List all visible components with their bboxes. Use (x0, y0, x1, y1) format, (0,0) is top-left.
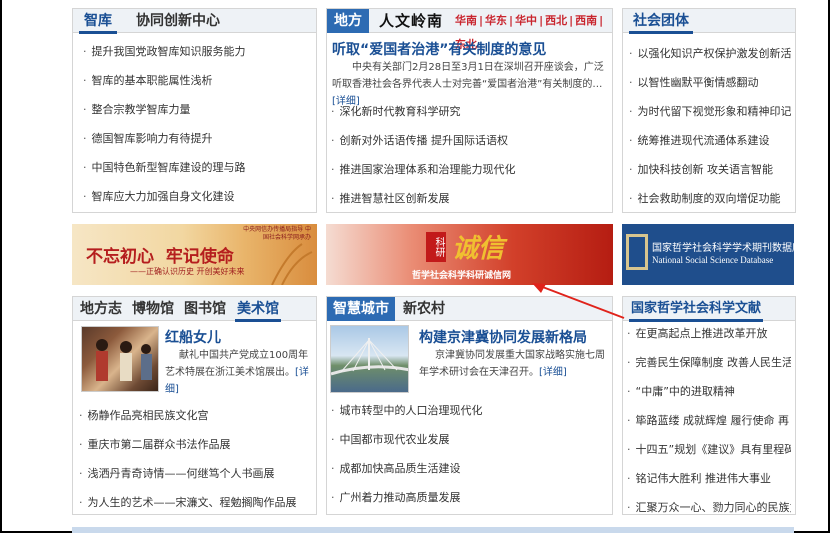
list-item[interactable]: 德国智库影响力有待提升 (83, 124, 312, 153)
banner-nssd[interactable]: 国家哲学社会科学学术期刊数据库 National Social Science … (622, 224, 794, 285)
think-tank-panel: 智库 协同创新中心 提升我国党政智库知识服务能力 智库的基本职能属性浅析 整合宗… (72, 8, 317, 213)
list-item[interactable]: 中国都市现代农业发展 (331, 425, 608, 454)
list-item[interactable]: 深化新时代教育科学研究 (331, 97, 608, 126)
social-groups-tabbar: 社会团体 (623, 9, 795, 34)
painting-figures (96, 339, 152, 381)
bridge-illustration (331, 338, 408, 376)
list-item[interactable]: 筚路蓝缕 成就辉煌 履行使命 再 (627, 406, 791, 435)
local-tabbar: 地方 人文岭南 华南 | 华东 | 华中 | 西北 | 西南 |东北 (327, 9, 612, 51)
culture-list: 杨静作品亮相民族文化宫 重庆市第二届群众书法作品展 浅洒丹青奇诗情——何继笃个人… (79, 401, 312, 517)
list-item[interactable]: 广州着力推动高质量发展 (331, 483, 608, 512)
tab-collab-center[interactable]: 协同创新中心 (123, 9, 233, 33)
nssd-list: 在更高起点上推进改革开放 完善民生保障制度 改善人民生活 “中庸”中的进取精神 … (627, 319, 792, 522)
list-item[interactable]: 浅洒丹青奇诗情——何继笃个人书画展 (79, 459, 312, 488)
feature-summary: 献礼中国共产党成立100周年艺术特展在浙江美术馆展出。[详细] (165, 350, 309, 395)
region-south[interactable]: 华南 (453, 14, 479, 27)
social-groups-panel: 社会团体 以强化知识产权保护激发创新活力 以智性幽默平衡情感翻动 为时代留下视觉… (622, 8, 796, 213)
list-item[interactable]: 完善民生保障制度 改善人民生活 (627, 348, 792, 377)
tab-nssd[interactable]: 国家哲学社会科学文献 (629, 297, 763, 322)
smart-city-list: 城市转型中的人口治理现代化 中国都市现代农业发展 成都加快高品质生活建设 广州着… (331, 396, 608, 512)
list-item[interactable]: 为人生的艺术——宋濂文、程勉搁陶作品展 (79, 488, 312, 517)
list-item[interactable]: 成都加快高品质生活建设 (331, 454, 608, 483)
list-item[interactable]: 推进国家治理体系和治理能力现代化 (331, 155, 608, 184)
nssd-title: 国家哲学社会科学学术期刊数据库 (652, 243, 794, 254)
banner-top-text: 中央网信办传播局指导 中国社会科学网承办 (243, 226, 311, 241)
list-item[interactable]: 铭记伟大胜利 推进伟大事业 (627, 464, 791, 493)
list-item[interactable]: 在更高起点上推进改革开放 (627, 319, 791, 348)
list-item[interactable]: 智库的基本职能属性浅析 (83, 66, 312, 95)
nssd-subtitle: National Social Science Database (652, 255, 774, 265)
region-central[interactable]: 华中 (513, 14, 539, 27)
list-item[interactable]: 以强化知识产权保护激发创新活力 (629, 39, 792, 68)
banner-sub-text: ——正确认识历史 开创美好未来 (130, 267, 245, 276)
region-northwest[interactable]: 西北 (543, 14, 569, 27)
list-item[interactable]: 加快科技创新 攻关语言智能 (629, 155, 791, 184)
tab-library[interactable]: 图书馆 (183, 297, 227, 321)
list-item[interactable]: 城市转型中的人口治理现代化 (331, 396, 608, 425)
region-east[interactable]: 华东 (483, 14, 509, 27)
culture-panel: 地方志 博物馆 图书馆 美术馆 红船女儿 献礼中国共产党成立100周年艺术特展在… (72, 296, 317, 515)
local-panel: 地方 人文岭南 华南 | 华东 | 华中 | 西北 | 西南 |东北 听取“爱国者治港”有关制度的… (326, 8, 613, 213)
list-item[interactable]: 提升我国党政智库知识服务能力 (83, 37, 312, 66)
list-item[interactable]: 杨静作品亮相民族文化宫 (79, 401, 312, 430)
smart-city-summary: 京津冀协同发展重大国家战略实施七周年学术研讨会在天津召开。[详细] (419, 350, 605, 378)
smart-city-headline[interactable]: 构建京津冀协同发展新格局 (419, 327, 587, 347)
tab-local-chronicles[interactable]: 地方志 (79, 297, 123, 321)
feature-thumbnail[interactable] (81, 326, 159, 392)
list-item[interactable]: 统筹推进现代流通体系建设 (629, 126, 791, 155)
banner-main-text: 不忘初心 牢记使命 (86, 247, 234, 267)
tab-museum[interactable]: 博物馆 (131, 297, 175, 321)
banner-calligraphy: 诚信 (452, 234, 505, 264)
banner-seal: 科研 (426, 232, 446, 262)
think-tank-tabbar: 智库 协同创新中心 (73, 9, 316, 34)
list-item[interactable]: 中国特色新型智库建设的理与路 (83, 153, 312, 182)
banner-remember-mission[interactable]: 中央网信办传播局指导 中国社会科学网承办 不忘初心 牢记使命 ——正确认识历史 … (72, 224, 317, 285)
tab-think-tank[interactable]: 智库 (79, 9, 117, 34)
tab-new-countryside[interactable]: 新农村 (401, 297, 447, 321)
think-tank-list: 提升我国党政智库知识服务能力 智库的基本职能属性浅析 整合宗教学智库力量 德国智… (83, 37, 312, 211)
tab-local[interactable]: 地方 (327, 9, 369, 33)
list-item[interactable]: 以智性幽默平衡情感翻动 (629, 68, 791, 97)
tab-smart-city[interactable]: 智慧城市 (327, 297, 395, 321)
feature-title[interactable]: 红船女儿 (165, 327, 221, 347)
tab-social-groups[interactable]: 社会团体 (629, 9, 693, 34)
banner-caption: 哲学社会科学科研诚信网 (412, 271, 512, 281)
social-groups-list: 以强化知识产权保护激发创新活力 以智性幽默平衡情感翻动 为时代留下视觉形象和精神… (629, 39, 792, 213)
nssd-tabbar: 国家哲学社会科学文献 (623, 297, 795, 322)
nssd-logo-icon (626, 234, 648, 270)
banner-research-integrity[interactable]: 科研 诚信 哲学社会科学科研诚信网 (326, 224, 613, 285)
tab-art-museum[interactable]: 美术馆 (235, 297, 281, 322)
list-item[interactable]: 推进智慧社区创新发展 (331, 184, 608, 213)
list-item[interactable]: “中庸”中的进取精神 (627, 377, 791, 406)
region-southwest[interactable]: 西南 (573, 14, 599, 27)
list-item[interactable]: 十四五”规划《建议》具有里程碑 (627, 435, 792, 464)
list-item[interactable]: 为时代留下视觉形象和精神印记 (629, 97, 792, 126)
local-headline[interactable]: 听取“爱国者治港”有关制度的意见 (332, 39, 546, 59)
bottom-strip (72, 527, 794, 533)
list-item[interactable]: 重庆市第二届群众书法作品展 (79, 430, 312, 459)
list-item[interactable]: 创新对外话语传播 提升国际话语权 (331, 126, 608, 155)
nssd-panel: 国家哲学社会科学文献 在更高起点上推进改革开放 完善民生保障制度 改善人民生活 … (622, 296, 796, 515)
culture-tabbar: 地方志 博物馆 图书馆 美术馆 (73, 297, 316, 322)
list-item[interactable]: 智库应大力加强自身文化建设 (83, 182, 312, 211)
bridge-thumbnail[interactable] (330, 325, 409, 393)
more-link[interactable]: [详细] (539, 367, 567, 378)
list-item[interactable]: 整合宗教学智库力量 (83, 95, 312, 124)
list-item[interactable]: 社会救助制度的双向增促功能 (629, 184, 791, 213)
renwen-lingnan-logo[interactable]: 人文岭南 (379, 9, 451, 33)
list-item[interactable]: 汇聚万众一心、勠力同心的民族力 (627, 493, 792, 522)
smart-city-panel: 智慧城市 新农村 构建京津冀协同发展新格局 京津冀协同发展重大国家战略实施七周年… (326, 296, 613, 515)
local-list: 深化新时代教育科学研究 创新对外话语传播 提升国际话语权 推进国家治理体系和治理… (331, 97, 608, 213)
annotation-arrow-icon (532, 283, 625, 319)
region-links: 华南 | 华东 | 华中 | 西北 | 西南 |东北 (453, 14, 604, 51)
